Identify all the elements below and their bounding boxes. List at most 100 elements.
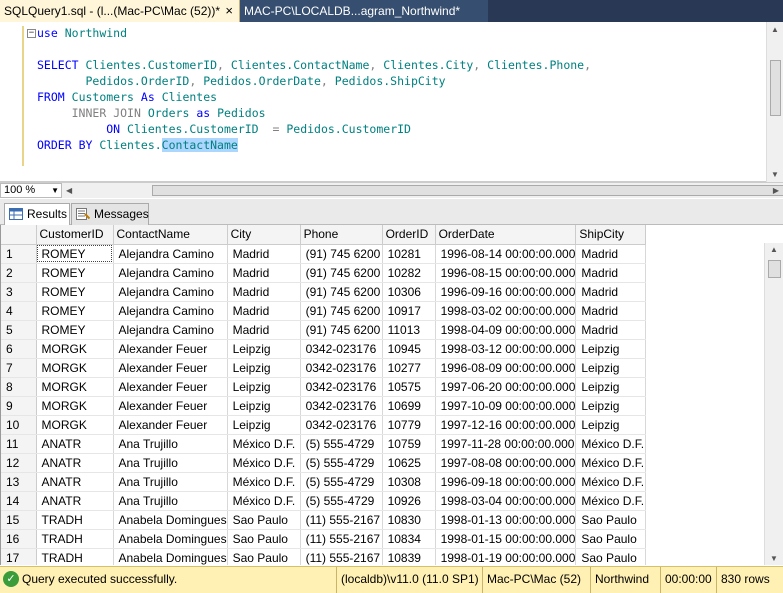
table-row[interactable]: 7 MORGK Alexander Feuer Leipzig 0342-023176 1…: [1, 358, 647, 378]
collapse-icon[interactable]: −: [27, 29, 36, 38]
table-cell[interactable]: TRADH: [36, 510, 114, 530]
table-cell[interactable]: 1997-08-08 00:00:00.000: [435, 453, 577, 473]
row-number-cell[interactable]: 8: [1, 377, 37, 397]
table-cell[interactable]: 1997-06-20 00:00:00.000: [435, 377, 577, 397]
table-cell[interactable]: 1996-08-09 00:00:00.000: [435, 358, 577, 378]
table-row[interactable]: 12 ANATR Ana Trujillo México D.F. (5) 555-47…: [1, 453, 647, 473]
table-cell[interactable]: 10282: [382, 263, 436, 283]
table-cell[interactable]: (5) 555-4729: [300, 453, 383, 473]
table-row[interactable]: 14 ANATR Ana Trujillo México D.F. (5) 555-47…: [1, 491, 647, 511]
table-cell[interactable]: 10779: [382, 415, 436, 435]
table-cell[interactable]: 1998-04-09 00:00:00.000: [435, 320, 577, 340]
column-header[interactable]: Phone: [300, 225, 383, 245]
table-cell[interactable]: (91) 745 6200: [300, 320, 383, 340]
table-row[interactable]: 9 MORGK Alexander Feuer Leipzig 0342-023176 1…: [1, 396, 647, 416]
close-icon[interactable]: ×: [225, 0, 233, 22]
table-cell[interactable]: 0342-023176: [300, 396, 383, 416]
table-cell[interactable]: Alexander Feuer: [113, 377, 228, 397]
table-cell[interactable]: 10834: [382, 529, 436, 549]
table-cell[interactable]: México D.F.: [575, 491, 647, 511]
table-cell[interactable]: Ana Trujillo: [113, 453, 228, 473]
table-cell[interactable]: Madrid: [227, 244, 301, 264]
table-row[interactable]: 6 MORGK Alexander Feuer Leipzig 0342-023176 1…: [1, 339, 647, 359]
row-number-cell[interactable]: 11: [1, 434, 37, 454]
table-cell[interactable]: ROMEY: [36, 320, 114, 340]
tab-results[interactable]: Results: [4, 203, 70, 225]
scroll-right-icon[interactable]: ▶: [773, 186, 779, 195]
row-number-cell[interactable]: 15: [1, 510, 37, 530]
table-cell[interactable]: Madrid: [227, 320, 301, 340]
column-header[interactable]: City: [227, 225, 301, 245]
table-cell[interactable]: ANATR: [36, 491, 114, 511]
table-row[interactable]: 10 MORGK Alexander Feuer Leipzig 0342-023176…: [1, 415, 647, 435]
table-cell[interactable]: Madrid: [227, 301, 301, 321]
table-cell[interactable]: TRADH: [36, 529, 114, 549]
column-header[interactable]: ContactName: [113, 225, 228, 245]
table-cell[interactable]: Sao Paulo: [575, 510, 647, 530]
table-cell[interactable]: Leipzig: [575, 396, 647, 416]
table-cell[interactable]: Madrid: [575, 320, 647, 340]
corner-cell[interactable]: [1, 225, 37, 245]
table-cell[interactable]: 1998-01-13 00:00:00.000: [435, 510, 577, 530]
table-row[interactable]: 3 ROMEY Alejandra Camino Madrid (91) 745 620…: [1, 282, 647, 302]
row-number-cell[interactable]: 14: [1, 491, 37, 511]
table-cell[interactable]: Anabela Domingues: [113, 548, 228, 565]
hscroll-thumb[interactable]: [152, 185, 783, 196]
table-cell[interactable]: Leipzig: [227, 377, 301, 397]
table-cell[interactable]: 10839: [382, 548, 436, 565]
table-cell[interactable]: Leipzig: [575, 415, 647, 435]
scroll-left-icon[interactable]: ◀: [66, 186, 72, 195]
table-cell[interactable]: TRADH: [36, 548, 114, 565]
row-number-cell[interactable]: 4: [1, 301, 37, 321]
column-header[interactable]: OrderDate: [435, 225, 577, 245]
table-cell[interactable]: (5) 555-4729: [300, 491, 383, 511]
row-number-cell[interactable]: 1: [1, 244, 37, 264]
column-header[interactable]: ShipCity: [575, 225, 647, 245]
table-row[interactable]: 2 ROMEY Alejandra Camino Madrid (91) 745 620…: [1, 263, 647, 283]
table-cell[interactable]: ANATR: [36, 472, 114, 492]
table-cell[interactable]: Leipzig: [227, 339, 301, 359]
table-row[interactable]: 1 ROMEY Alejandra Camino Madrid (91) 745 620…: [1, 244, 647, 264]
row-number-cell[interactable]: 3: [1, 282, 37, 302]
table-cell[interactable]: Leipzig: [575, 358, 647, 378]
table-cell[interactable]: MORGK: [36, 377, 114, 397]
table-cell[interactable]: Alexander Feuer: [113, 339, 228, 359]
table-cell[interactable]: (5) 555-4729: [300, 434, 383, 454]
scroll-up-icon[interactable]: ▲: [770, 245, 778, 254]
table-cell[interactable]: México D.F.: [575, 453, 647, 473]
table-cell[interactable]: 10926: [382, 491, 436, 511]
table-cell[interactable]: Madrid: [575, 244, 647, 264]
table-cell[interactable]: 1996-09-16 00:00:00.000: [435, 282, 577, 302]
table-cell[interactable]: 1996-08-15 00:00:00.000: [435, 263, 577, 283]
table-cell[interactable]: 1997-12-16 00:00:00.000: [435, 415, 577, 435]
table-cell[interactable]: (11) 555-2167: [300, 510, 383, 530]
table-cell[interactable]: 10306: [382, 282, 436, 302]
table-cell[interactable]: 1997-11-28 00:00:00.000: [435, 434, 577, 454]
tab-diagram-northwind[interactable]: MAC-PC\LOCALDB...agram_Northwind*: [240, 0, 488, 22]
table-cell[interactable]: 10945: [382, 339, 436, 359]
row-number-cell[interactable]: 5: [1, 320, 37, 340]
table-cell[interactable]: 1998-01-15 00:00:00.000: [435, 529, 577, 549]
table-cell[interactable]: Anabela Domingues: [113, 510, 228, 530]
table-row[interactable]: 17 TRADH Anabela Domingues Sao Paulo (11) 55…: [1, 548, 647, 565]
table-cell[interactable]: (91) 745 6200: [300, 244, 383, 264]
table-cell[interactable]: ANATR: [36, 453, 114, 473]
table-cell[interactable]: MORGK: [36, 415, 114, 435]
row-number-cell[interactable]: 2: [1, 263, 37, 283]
table-cell[interactable]: 10277: [382, 358, 436, 378]
table-cell[interactable]: 0342-023176: [300, 339, 383, 359]
results-grid[interactable]: CustomerID ContactName City Phone OrderID Ord…: [0, 225, 783, 565]
row-number-cell[interactable]: 6: [1, 339, 37, 359]
table-cell[interactable]: Anabela Domingues: [113, 529, 228, 549]
table-cell[interactable]: 1996-09-18 00:00:00.000: [435, 472, 577, 492]
table-cell[interactable]: MORGK: [36, 358, 114, 378]
scroll-down-icon[interactable]: ▼: [771, 170, 779, 179]
tab-sqlquery1[interactable]: SQLQuery1.sql - (l...(Mac-PC\Mac (52))* …: [0, 0, 240, 22]
row-number-cell[interactable]: 7: [1, 358, 37, 378]
table-cell[interactable]: 10625: [382, 453, 436, 473]
table-cell[interactable]: Alejandra Camino: [113, 301, 228, 321]
table-cell[interactable]: ANATR: [36, 434, 114, 454]
table-cell[interactable]: 11013: [382, 320, 436, 340]
table-row[interactable]: 11 ANATR Ana Trujillo México D.F. (5) 555-47…: [1, 434, 647, 454]
table-cell[interactable]: México D.F.: [227, 434, 301, 454]
